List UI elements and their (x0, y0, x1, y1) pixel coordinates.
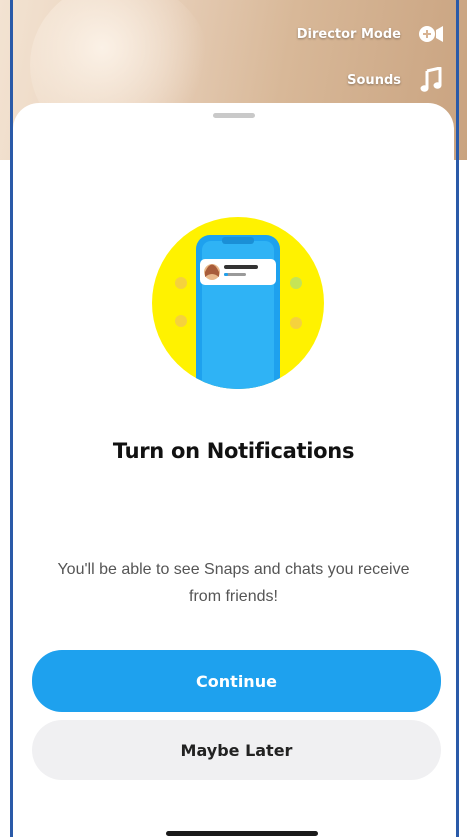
maybe-later-button[interactable]: Maybe Later (32, 720, 441, 780)
sheet-grabber[interactable] (213, 113, 255, 118)
phone-notification-illustration (148, 213, 328, 393)
app-screen: Director Mode Sounds Turn on Notificatio… (0, 0, 467, 837)
sheet-title: Turn on Notifications (112, 439, 355, 463)
director-mode-label: Director Mode (296, 26, 401, 42)
notification-permission-sheet: Turn on Notifications You'll be able to … (13, 103, 454, 837)
sheet-subtitle: You'll be able to see Snaps and chats yo… (57, 561, 410, 605)
sounds-label: Sounds (347, 72, 401, 88)
director-mode-option[interactable]: Director Mode (297, 20, 445, 48)
continue-button[interactable]: Continue (32, 650, 441, 712)
video-plus-icon (417, 20, 445, 48)
sounds-option[interactable]: Sounds (347, 66, 445, 94)
music-note-icon (417, 66, 445, 94)
home-indicator[interactable] (166, 831, 318, 836)
